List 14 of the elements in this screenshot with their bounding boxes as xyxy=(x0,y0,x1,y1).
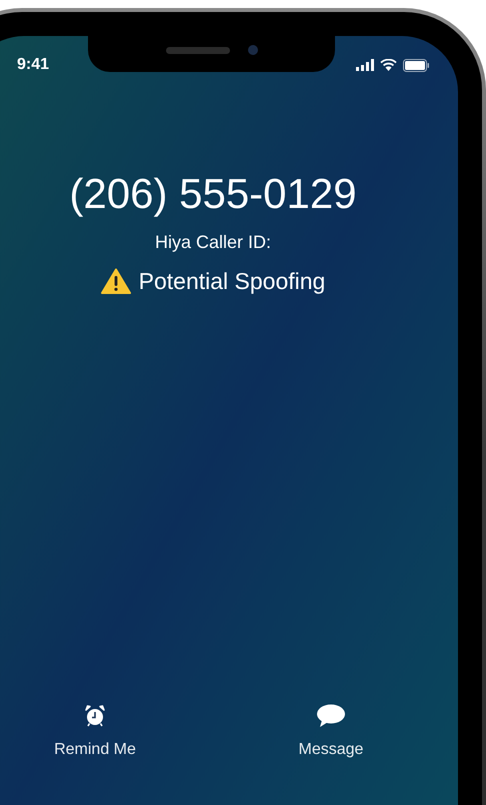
speech-bubble-icon xyxy=(316,704,346,728)
call-action-button[interactable]: Message xyxy=(276,704,386,762)
caller-number: (206) 555-0129 xyxy=(69,173,357,215)
signal-icon xyxy=(356,59,374,71)
wifi-icon xyxy=(380,59,397,71)
alarm-clock-icon xyxy=(83,704,107,728)
call-action-button[interactable]: Remind Me xyxy=(40,704,150,762)
caller-id-label: Hiya Caller ID: xyxy=(154,231,272,254)
warning-icon xyxy=(100,268,131,294)
spoofing-warning: Potential Spoofing xyxy=(138,267,326,296)
speaker-grille xyxy=(166,46,230,54)
status-time: 9:41 xyxy=(17,55,50,75)
battery-icon xyxy=(403,58,430,72)
camera-lens xyxy=(248,45,258,55)
